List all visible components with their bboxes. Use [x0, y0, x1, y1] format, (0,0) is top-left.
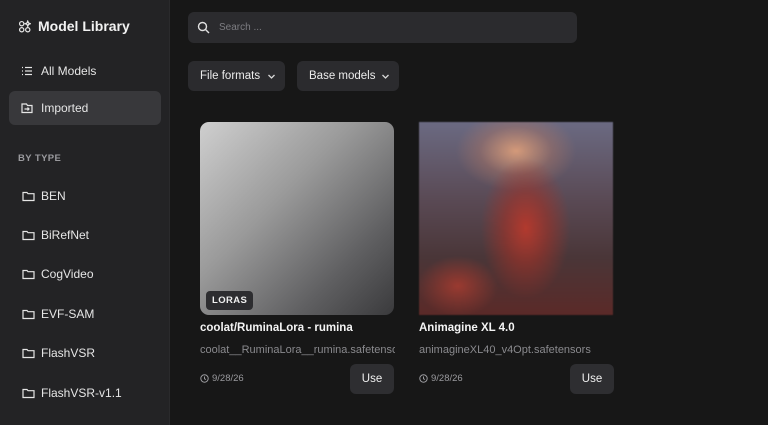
model-filename: animagineXL40_v4Opt.safetensors — [419, 344, 591, 356]
use-button[interactable]: Use — [350, 364, 394, 394]
type-label: EVF-SAM — [41, 307, 95, 321]
type-label: FlashVSR-v1.1 — [41, 386, 122, 400]
model-title: Animagine XL 4.0 — [419, 322, 515, 334]
use-button[interactable]: Use — [570, 364, 614, 394]
model-date: 9/28/26 — [419, 373, 463, 384]
model-title: coolat/RuminaLora - rumina — [200, 322, 353, 334]
section-label-by-type: BY TYPE — [18, 153, 62, 164]
type-item-flashvsr-v1-1[interactable]: FlashVSR-v1.1 — [22, 386, 122, 400]
app-title: Model Library — [18, 18, 130, 34]
clock-icon — [200, 374, 209, 383]
folder-icon — [22, 230, 35, 241]
folder-icon — [22, 348, 35, 359]
type-item-ben[interactable]: BEN — [22, 189, 66, 203]
search-bar[interactable] — [188, 12, 577, 43]
folder-icon — [22, 388, 35, 399]
app-title-label: Model Library — [38, 18, 130, 34]
date-label: 9/28/26 — [212, 373, 244, 384]
folder-icon — [22, 191, 35, 202]
type-label: BEN — [41, 189, 66, 203]
nav-label: All Models — [41, 64, 97, 78]
import-icon — [21, 103, 33, 114]
type-item-flashvsr[interactable]: FlashVSR — [22, 346, 95, 360]
nav-imported[interactable]: Imported — [9, 91, 161, 125]
model-thumbnail[interactable] — [419, 122, 613, 315]
dropdown-label: File formats — [200, 70, 261, 82]
list-icon — [22, 66, 32, 76]
chevron-down-icon — [382, 74, 389, 79]
nav-label: Imported — [41, 101, 89, 115]
model-library-icon — [18, 19, 31, 32]
chevron-down-icon — [268, 74, 275, 79]
search-icon — [197, 21, 210, 34]
type-item-cogvideo[interactable]: CogVideo — [22, 267, 94, 281]
folder-icon — [22, 309, 35, 320]
date-label: 9/28/26 — [431, 373, 463, 384]
model-type-badge: LORAS — [206, 291, 254, 310]
type-item-birefnet[interactable]: BiRefNet — [22, 228, 89, 242]
model-filename: coolat__RuminaLora__rumina.safetensors — [200, 344, 395, 356]
clock-icon — [419, 374, 428, 383]
type-label: FlashVSR — [41, 346, 96, 360]
folder-icon — [22, 269, 35, 280]
type-label: CogVideo — [41, 267, 94, 281]
type-item-evf-sam[interactable]: EVF-SAM — [22, 307, 94, 321]
model-thumbnail[interactable] — [200, 122, 394, 315]
model-date: 9/28/26 — [200, 373, 244, 384]
nav-all-models[interactable]: All Models — [9, 54, 161, 88]
base-models-dropdown[interactable]: Base models — [297, 61, 399, 91]
dropdown-label: Base models — [309, 70, 376, 82]
sidebar: Model Library All Models Imported BY TYP… — [0, 0, 170, 425]
search-input[interactable] — [219, 22, 549, 33]
file-formats-dropdown[interactable]: File formats — [188, 61, 285, 91]
type-label: BiRefNet — [41, 228, 90, 242]
